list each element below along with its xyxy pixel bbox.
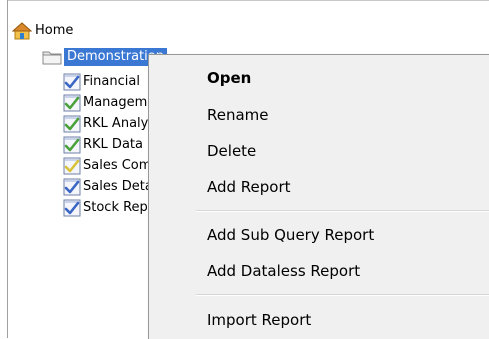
menu-separator-highlight <box>196 211 489 212</box>
context-menu: Open Rename Delete Add Report Add Sub Qu… <box>148 54 489 339</box>
report-check-green-icon <box>63 136 81 154</box>
menu-item-add-sub-query-report[interactable]: Add Sub Query Report <box>207 223 374 247</box>
menu-separator-highlight <box>196 295 489 296</box>
panel-left-border <box>7 0 8 338</box>
report-check-green-icon <box>63 94 81 112</box>
report-check-blue-icon <box>63 73 81 91</box>
tree-node-home[interactable]: Home <box>11 21 74 41</box>
report-check-blue-icon <box>63 199 81 217</box>
report-check-green-icon <box>63 115 81 133</box>
menu-item-open[interactable]: Open <box>207 66 251 90</box>
menu-item-delete[interactable]: Delete <box>207 139 256 163</box>
tree-node-label: Home <box>35 23 74 38</box>
tree-node-report[interactable]: Financial <box>63 72 140 92</box>
report-check-yellow-icon <box>63 157 81 175</box>
menu-item-add-dataless-report[interactable]: Add Dataless Report <box>207 259 360 283</box>
home-icon <box>11 22 33 40</box>
tree-node-label: RKL Data <box>83 137 143 152</box>
folder-icon <box>42 49 62 65</box>
menu-item-import-report[interactable]: Import Report <box>207 308 311 332</box>
tree-node-report[interactable]: Sales Detail <box>63 177 160 197</box>
tree-node-report[interactable]: RKL Data <box>63 135 143 155</box>
tree-node-label: Financial <box>83 74 140 89</box>
menu-item-rename[interactable]: Rename <box>207 103 269 127</box>
report-check-blue-icon <box>63 178 81 196</box>
panel-top-border <box>7 0 489 1</box>
menu-item-add-report[interactable]: Add Report <box>207 175 291 199</box>
